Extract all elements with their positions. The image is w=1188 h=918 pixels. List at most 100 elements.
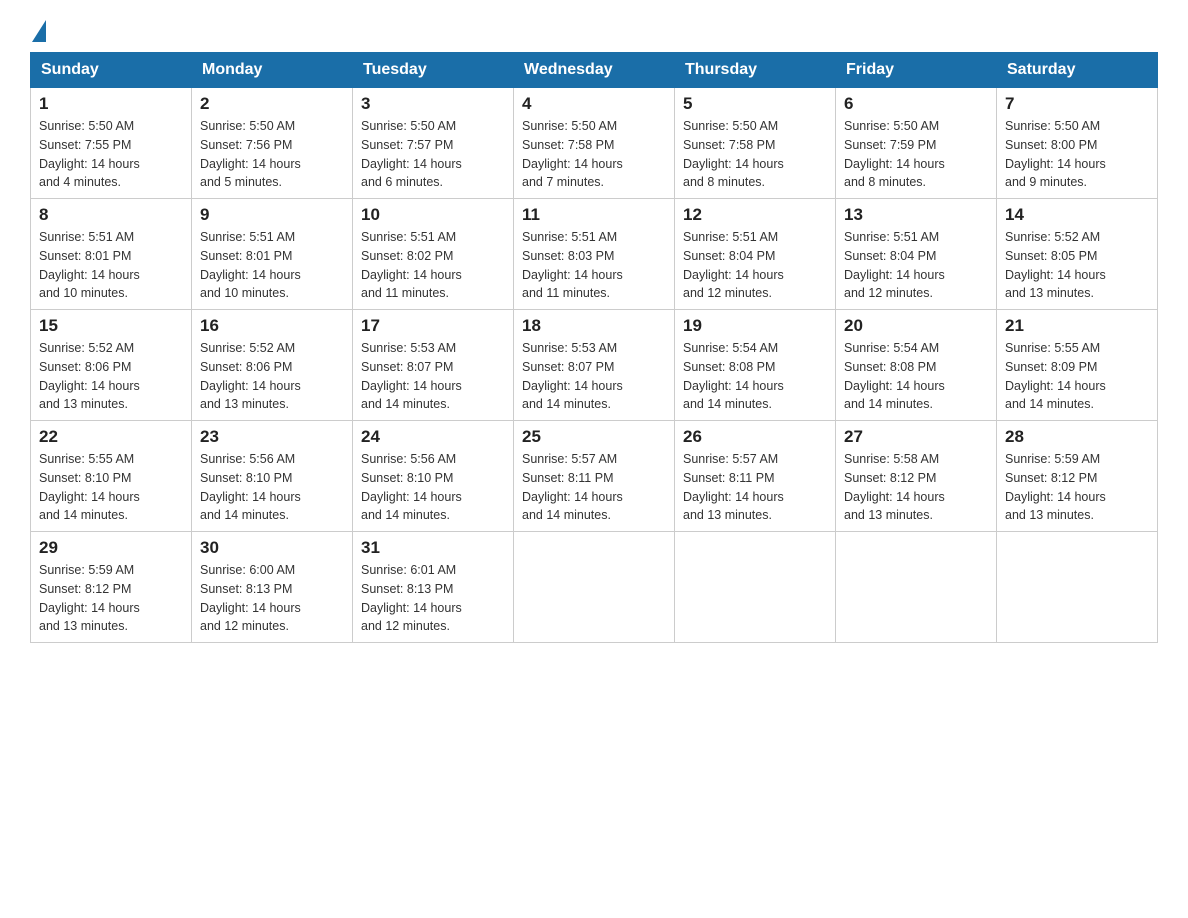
day-number: 7 [1005, 94, 1149, 114]
day-number: 14 [1005, 205, 1149, 225]
day-info: Sunrise: 5:52 AM Sunset: 8:06 PM Dayligh… [39, 341, 140, 411]
day-info: Sunrise: 5:51 AM Sunset: 8:04 PM Dayligh… [683, 230, 784, 300]
calendar-cell: 23 Sunrise: 5:56 AM Sunset: 8:10 PM Dayl… [192, 421, 353, 532]
day-number: 20 [844, 316, 988, 336]
day-number: 17 [361, 316, 505, 336]
day-number: 3 [361, 94, 505, 114]
calendar-cell: 25 Sunrise: 5:57 AM Sunset: 8:11 PM Dayl… [514, 421, 675, 532]
calendar-cell [997, 532, 1158, 643]
calendar-cell: 4 Sunrise: 5:50 AM Sunset: 7:58 PM Dayli… [514, 88, 675, 199]
logo [30, 20, 48, 42]
calendar-cell: 17 Sunrise: 5:53 AM Sunset: 8:07 PM Dayl… [353, 310, 514, 421]
day-number: 21 [1005, 316, 1149, 336]
calendar-cell: 8 Sunrise: 5:51 AM Sunset: 8:01 PM Dayli… [31, 199, 192, 310]
week-row-2: 8 Sunrise: 5:51 AM Sunset: 8:01 PM Dayli… [31, 199, 1158, 310]
calendar-cell: 9 Sunrise: 5:51 AM Sunset: 8:01 PM Dayli… [192, 199, 353, 310]
day-info: Sunrise: 5:51 AM Sunset: 8:01 PM Dayligh… [200, 230, 301, 300]
day-number: 10 [361, 205, 505, 225]
day-info: Sunrise: 5:59 AM Sunset: 8:12 PM Dayligh… [39, 563, 140, 633]
day-number: 11 [522, 205, 666, 225]
day-info: Sunrise: 6:00 AM Sunset: 8:13 PM Dayligh… [200, 563, 301, 633]
calendar-cell: 6 Sunrise: 5:50 AM Sunset: 7:59 PM Dayli… [836, 88, 997, 199]
weekday-header-tuesday: Tuesday [353, 53, 514, 88]
day-info: Sunrise: 5:52 AM Sunset: 8:05 PM Dayligh… [1005, 230, 1106, 300]
calendar-cell [675, 532, 836, 643]
calendar-cell: 29 Sunrise: 5:59 AM Sunset: 8:12 PM Dayl… [31, 532, 192, 643]
day-info: Sunrise: 5:59 AM Sunset: 8:12 PM Dayligh… [1005, 452, 1106, 522]
day-info: Sunrise: 5:50 AM Sunset: 7:58 PM Dayligh… [683, 119, 784, 189]
day-info: Sunrise: 6:01 AM Sunset: 8:13 PM Dayligh… [361, 563, 462, 633]
calendar-cell: 20 Sunrise: 5:54 AM Sunset: 8:08 PM Dayl… [836, 310, 997, 421]
calendar-cell: 14 Sunrise: 5:52 AM Sunset: 8:05 PM Dayl… [997, 199, 1158, 310]
weekday-header-sunday: Sunday [31, 53, 192, 88]
logo-triangle-icon [32, 20, 46, 42]
calendar-cell: 19 Sunrise: 5:54 AM Sunset: 8:08 PM Dayl… [675, 310, 836, 421]
day-number: 13 [844, 205, 988, 225]
day-info: Sunrise: 5:51 AM Sunset: 8:01 PM Dayligh… [39, 230, 140, 300]
calendar-cell: 11 Sunrise: 5:51 AM Sunset: 8:03 PM Dayl… [514, 199, 675, 310]
day-number: 24 [361, 427, 505, 447]
calendar-table: SundayMondayTuesdayWednesdayThursdayFrid… [30, 52, 1158, 643]
day-number: 30 [200, 538, 344, 558]
calendar-cell: 28 Sunrise: 5:59 AM Sunset: 8:12 PM Dayl… [997, 421, 1158, 532]
weekday-header-friday: Friday [836, 53, 997, 88]
calendar-cell: 2 Sunrise: 5:50 AM Sunset: 7:56 PM Dayli… [192, 88, 353, 199]
calendar-cell: 22 Sunrise: 5:55 AM Sunset: 8:10 PM Dayl… [31, 421, 192, 532]
day-number: 1 [39, 94, 183, 114]
day-info: Sunrise: 5:57 AM Sunset: 8:11 PM Dayligh… [683, 452, 784, 522]
day-number: 26 [683, 427, 827, 447]
calendar-cell: 15 Sunrise: 5:52 AM Sunset: 8:06 PM Dayl… [31, 310, 192, 421]
weekday-header-saturday: Saturday [997, 53, 1158, 88]
week-row-3: 15 Sunrise: 5:52 AM Sunset: 8:06 PM Dayl… [31, 310, 1158, 421]
calendar-cell: 21 Sunrise: 5:55 AM Sunset: 8:09 PM Dayl… [997, 310, 1158, 421]
day-info: Sunrise: 5:50 AM Sunset: 7:59 PM Dayligh… [844, 119, 945, 189]
day-number: 31 [361, 538, 505, 558]
day-number: 8 [39, 205, 183, 225]
calendar-cell: 3 Sunrise: 5:50 AM Sunset: 7:57 PM Dayli… [353, 88, 514, 199]
day-info: Sunrise: 5:53 AM Sunset: 8:07 PM Dayligh… [522, 341, 623, 411]
day-number: 5 [683, 94, 827, 114]
day-number: 18 [522, 316, 666, 336]
day-info: Sunrise: 5:50 AM Sunset: 7:57 PM Dayligh… [361, 119, 462, 189]
calendar-cell: 18 Sunrise: 5:53 AM Sunset: 8:07 PM Dayl… [514, 310, 675, 421]
day-number: 9 [200, 205, 344, 225]
day-info: Sunrise: 5:56 AM Sunset: 8:10 PM Dayligh… [200, 452, 301, 522]
day-info: Sunrise: 5:56 AM Sunset: 8:10 PM Dayligh… [361, 452, 462, 522]
day-info: Sunrise: 5:55 AM Sunset: 8:09 PM Dayligh… [1005, 341, 1106, 411]
day-number: 22 [39, 427, 183, 447]
calendar-cell: 12 Sunrise: 5:51 AM Sunset: 8:04 PM Dayl… [675, 199, 836, 310]
day-number: 19 [683, 316, 827, 336]
day-info: Sunrise: 5:57 AM Sunset: 8:11 PM Dayligh… [522, 452, 623, 522]
calendar-cell [836, 532, 997, 643]
day-number: 4 [522, 94, 666, 114]
day-info: Sunrise: 5:55 AM Sunset: 8:10 PM Dayligh… [39, 452, 140, 522]
day-number: 25 [522, 427, 666, 447]
day-info: Sunrise: 5:52 AM Sunset: 8:06 PM Dayligh… [200, 341, 301, 411]
weekday-header-wednesday: Wednesday [514, 53, 675, 88]
calendar-cell: 7 Sunrise: 5:50 AM Sunset: 8:00 PM Dayli… [997, 88, 1158, 199]
week-row-4: 22 Sunrise: 5:55 AM Sunset: 8:10 PM Dayl… [31, 421, 1158, 532]
calendar-cell: 31 Sunrise: 6:01 AM Sunset: 8:13 PM Dayl… [353, 532, 514, 643]
day-number: 27 [844, 427, 988, 447]
day-info: Sunrise: 5:50 AM Sunset: 7:55 PM Dayligh… [39, 119, 140, 189]
day-info: Sunrise: 5:51 AM Sunset: 8:03 PM Dayligh… [522, 230, 623, 300]
day-info: Sunrise: 5:51 AM Sunset: 8:02 PM Dayligh… [361, 230, 462, 300]
calendar-cell: 30 Sunrise: 6:00 AM Sunset: 8:13 PM Dayl… [192, 532, 353, 643]
calendar-cell: 26 Sunrise: 5:57 AM Sunset: 8:11 PM Dayl… [675, 421, 836, 532]
calendar-cell: 1 Sunrise: 5:50 AM Sunset: 7:55 PM Dayli… [31, 88, 192, 199]
day-number: 23 [200, 427, 344, 447]
day-number: 16 [200, 316, 344, 336]
calendar-cell: 24 Sunrise: 5:56 AM Sunset: 8:10 PM Dayl… [353, 421, 514, 532]
day-info: Sunrise: 5:50 AM Sunset: 8:00 PM Dayligh… [1005, 119, 1106, 189]
day-info: Sunrise: 5:53 AM Sunset: 8:07 PM Dayligh… [361, 341, 462, 411]
calendar-cell: 13 Sunrise: 5:51 AM Sunset: 8:04 PM Dayl… [836, 199, 997, 310]
day-info: Sunrise: 5:50 AM Sunset: 7:56 PM Dayligh… [200, 119, 301, 189]
day-info: Sunrise: 5:54 AM Sunset: 8:08 PM Dayligh… [683, 341, 784, 411]
day-info: Sunrise: 5:51 AM Sunset: 8:04 PM Dayligh… [844, 230, 945, 300]
calendar-cell: 27 Sunrise: 5:58 AM Sunset: 8:12 PM Dayl… [836, 421, 997, 532]
calendar-cell: 5 Sunrise: 5:50 AM Sunset: 7:58 PM Dayli… [675, 88, 836, 199]
day-info: Sunrise: 5:50 AM Sunset: 7:58 PM Dayligh… [522, 119, 623, 189]
day-number: 2 [200, 94, 344, 114]
day-number: 6 [844, 94, 988, 114]
calendar-cell [514, 532, 675, 643]
